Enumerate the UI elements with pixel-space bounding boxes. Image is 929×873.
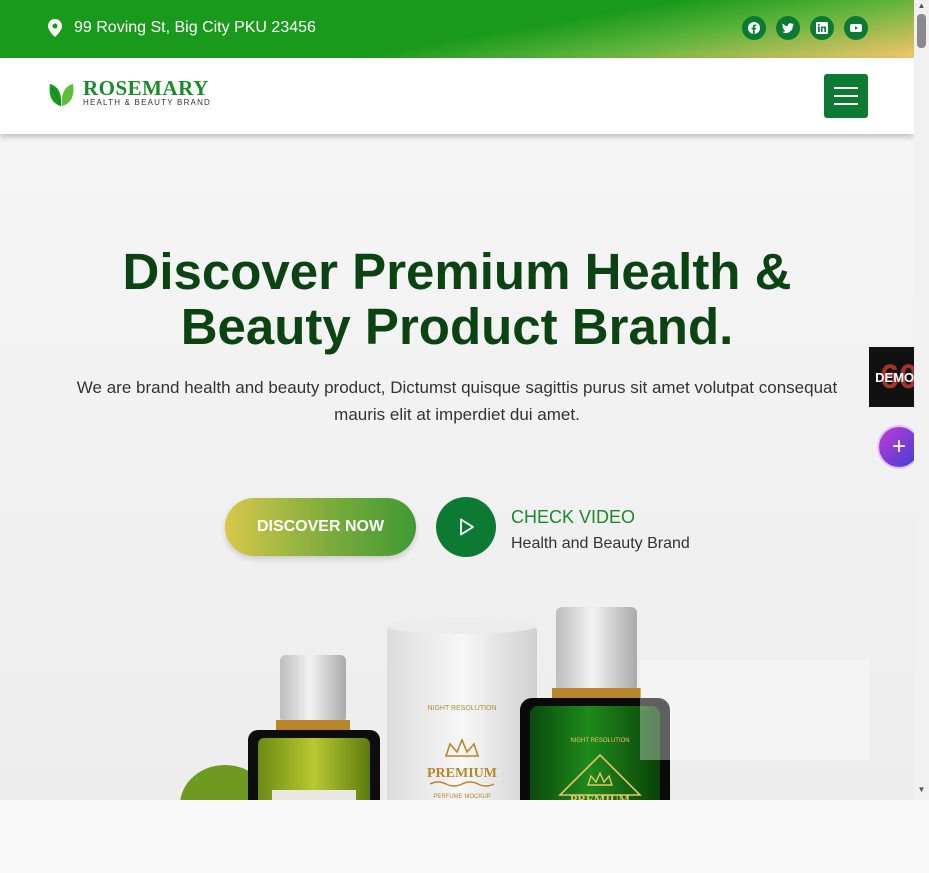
youtube-icon	[850, 24, 862, 32]
page-viewport: 99 Roving St, Big City PKU 23456 ROSEMAR…	[0, 0, 914, 800]
social-links	[742, 16, 868, 40]
small-bottle-cap	[280, 655, 346, 723]
bottle-premium-label: PREMIUM	[570, 792, 630, 800]
scroll-down-arrow-icon[interactable]: ▼	[917, 786, 926, 794]
address-text: 99 Roving St, Big City PKU 23456	[74, 19, 316, 36]
twitter-link[interactable]	[776, 16, 800, 40]
twitter-icon	[782, 23, 794, 33]
address: 99 Roving St, Big City PKU 23456	[48, 19, 316, 37]
box-small-text: NIGHT RESOLUTION	[427, 705, 496, 712]
menu-line-icon	[834, 103, 858, 105]
video-subtitle: Health and Beauty Brand	[511, 535, 690, 552]
product-showcase-image: NIGHT RESOLUTION PREMIUM PERFUME MOCKUP …	[180, 607, 870, 800]
box-premium-label: PREMIUM	[427, 766, 497, 781]
hamburger-menu-button[interactable]	[824, 74, 868, 118]
below-fold-area	[0, 800, 929, 873]
menu-line-icon	[834, 95, 858, 97]
play-icon	[460, 518, 474, 536]
page-scrollbar[interactable]: ▲ ▼	[914, 0, 929, 800]
demos-widget[interactable]: 60 DEMOS	[869, 347, 914, 407]
youtube-link[interactable]	[844, 16, 868, 40]
hero-subtitle: We are brand health and beauty product, …	[76, 378, 838, 424]
hero-title: Discover Premium Health & Beauty Product…	[0, 244, 914, 354]
check-video-link[interactable]: CHECK VIDEO	[511, 507, 635, 528]
demos-label: DEMOS	[875, 369, 914, 385]
large-bottle-cap	[556, 607, 637, 692]
add-widget-button[interactable]: +	[879, 427, 914, 467]
brand-name: ROSEMARY	[83, 76, 209, 100]
main-navbar: ROSEMARY HEALTH & BEAUTY BRAND	[0, 58, 914, 134]
brand-logo[interactable]: ROSEMARY HEALTH & BEAUTY BRAND	[47, 78, 211, 108]
scroll-up-arrow-icon[interactable]: ▲	[917, 2, 926, 10]
brand-wordmark: ROSEMARY HEALTH & BEAUTY BRAND	[83, 78, 211, 108]
leaf-logo-icon	[49, 84, 74, 107]
play-video-button[interactable]	[436, 497, 496, 557]
facebook-link[interactable]	[742, 16, 766, 40]
scrollbar-thumb[interactable]	[917, 14, 926, 48]
location-pin-icon	[48, 19, 62, 37]
menu-line-icon	[834, 87, 858, 89]
hero-title-line-2: Beauty Product Brand.	[180, 298, 734, 355]
bottle-small-text: NIGHT RESOLUTION	[570, 738, 629, 744]
linkedin-link[interactable]	[810, 16, 834, 40]
hero-title-line-1: Discover Premium Health &	[122, 243, 792, 300]
facebook-icon	[748, 22, 760, 34]
linkedin-icon	[816, 22, 828, 34]
top-bar: 99 Roving St, Big City PKU 23456	[0, 0, 914, 58]
discover-now-button[interactable]: DISCOVER NOW	[225, 498, 416, 556]
brand-tagline: HEALTH & BEAUTY BRAND	[83, 98, 212, 107]
